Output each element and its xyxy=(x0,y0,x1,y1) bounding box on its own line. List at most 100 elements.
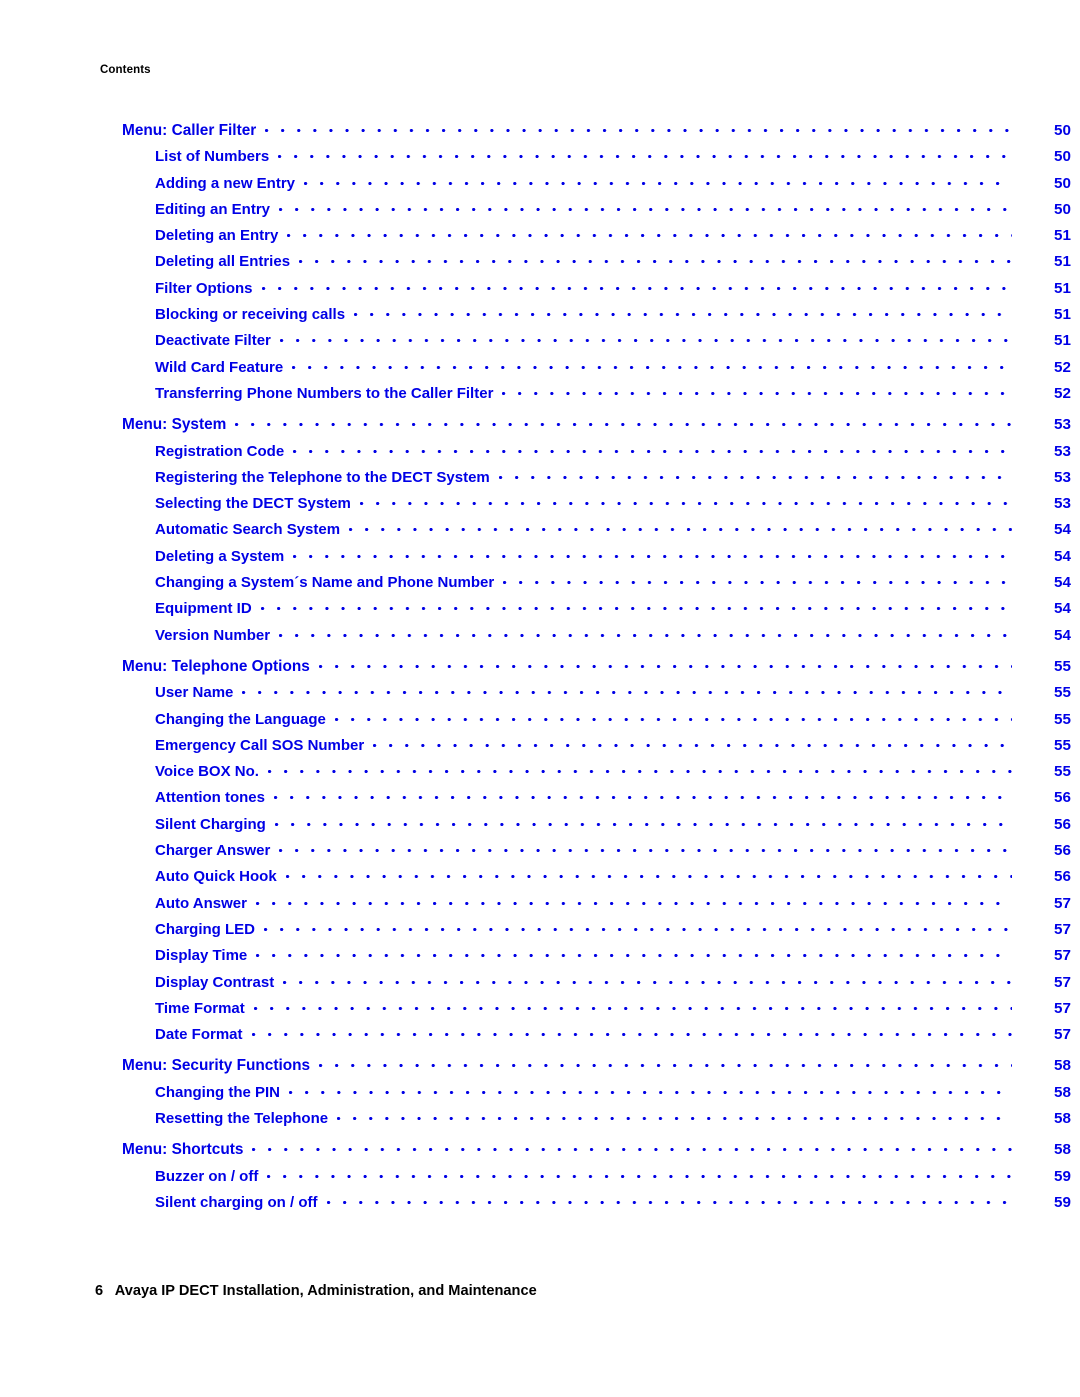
toc-entry[interactable]: Blocking or receiving calls 51 xyxy=(0,304,1080,330)
toc-entry[interactable]: Registering the Telephone to the DECT Sy… xyxy=(0,467,1080,493)
dot-leader xyxy=(264,919,1012,934)
toc-entry[interactable]: Emergency Call SOS Number 55 xyxy=(0,735,1080,761)
toc-entry[interactable]: Version Number 54 xyxy=(0,625,1080,651)
toc-entry[interactable]: Automatic Search System 54 xyxy=(0,519,1080,545)
toc-entry-page-number: 53 xyxy=(1054,495,1071,513)
toc-entry[interactable]: Buzzer on / off 59 xyxy=(0,1166,1080,1192)
toc-entry[interactable]: List of Numbers 50 xyxy=(0,146,1080,172)
toc-entry[interactable]: User Name 55 xyxy=(0,682,1080,708)
toc-entry[interactable]: Resetting the Telephone 58 xyxy=(0,1108,1080,1134)
toc-entry[interactable]: Attention tones 56 xyxy=(0,787,1080,813)
toc-entry[interactable]: Menu: Security Functions 58 xyxy=(0,1055,1080,1081)
toc-entry[interactable]: Deleting a System 54 xyxy=(0,546,1080,572)
toc-entry-page-number: 55 xyxy=(1054,657,1071,675)
toc-entry-page-number: 59 xyxy=(1054,1193,1071,1211)
toc-entry-page-number: 55 xyxy=(1054,684,1071,702)
toc-entry[interactable]: Changing a System´s Name and Phone Numbe… xyxy=(0,572,1080,598)
toc-entry-page-number: 54 xyxy=(1054,547,1071,565)
toc-entry[interactable]: Deleting an Entry 51 xyxy=(0,225,1080,251)
toc-entry[interactable]: Equipment ID 54 xyxy=(0,598,1080,624)
toc-entry[interactable]: Changing the PIN 58 xyxy=(0,1082,1080,1108)
dot-leader xyxy=(304,173,1012,188)
toc-entry[interactable]: Display Time 57 xyxy=(0,945,1080,971)
toc-entry-title: Buzzer on / off xyxy=(155,1167,259,1185)
toc-entry-title: Charger Answer xyxy=(155,842,271,860)
toc-entry-page-number: 50 xyxy=(1054,200,1071,218)
toc-entry[interactable]: Filter Options 51 xyxy=(0,278,1080,304)
dot-leader xyxy=(255,893,1012,908)
dot-leader xyxy=(292,357,1012,372)
dot-leader xyxy=(285,866,1012,881)
toc-entry[interactable]: Changing the Language 55 xyxy=(0,709,1080,735)
toc-entry[interactable]: Menu: Telephone Options 55 xyxy=(0,656,1080,682)
dot-leader xyxy=(274,814,1012,829)
toc-entry-page-number: 50 xyxy=(1054,148,1071,166)
toc-entry-page-number: 56 xyxy=(1054,789,1071,807)
toc-entry[interactable]: Deleting all Entries 51 xyxy=(0,251,1080,277)
dot-leader xyxy=(279,330,1012,345)
dot-leader xyxy=(293,546,1012,561)
toc-entry[interactable]: Wild Card Feature 52 xyxy=(0,357,1080,383)
toc-entry[interactable]: Menu: Shortcuts 58 xyxy=(0,1139,1080,1165)
toc-entry[interactable]: Charger Answer 56 xyxy=(0,840,1080,866)
toc-entry-title: Attention tones xyxy=(155,789,265,807)
toc-entry-page-number: 50 xyxy=(1054,122,1071,139)
dot-leader xyxy=(274,787,1012,802)
toc-entry-title: Charging LED xyxy=(155,920,255,938)
toc-entry-page-number: 53 xyxy=(1054,442,1071,460)
toc-entry-page-number: 56 xyxy=(1054,842,1071,860)
toc-entry[interactable]: Silent charging on / off 59 xyxy=(0,1192,1080,1218)
toc-entry-page-number: 57 xyxy=(1054,999,1071,1017)
toc-entry-page-number: 56 xyxy=(1054,868,1071,886)
toc-entry[interactable]: Charging LED 57 xyxy=(0,919,1080,945)
dot-leader xyxy=(354,304,1012,319)
toc-entry[interactable]: Deactivate Filter 51 xyxy=(0,330,1080,356)
toc-entry-title: Registering the Telephone to the DECT Sy… xyxy=(155,468,490,486)
dot-leader xyxy=(278,146,1012,161)
dot-leader xyxy=(289,1082,1012,1097)
toc-entry-title: Resetting the Telephone xyxy=(155,1109,329,1127)
toc-entry-page-number: 54 xyxy=(1054,600,1071,618)
toc-entry[interactable]: Adding a new Entry 50 xyxy=(0,173,1080,199)
dot-leader xyxy=(373,735,1012,750)
toc-entry[interactable]: Voice BOX No. 55 xyxy=(0,761,1080,787)
toc-entry[interactable]: Time Format 57 xyxy=(0,998,1080,1024)
toc-entry-page-number: 54 xyxy=(1054,521,1071,539)
toc-entry[interactable]: Transferring Phone Numbers to the Caller… xyxy=(0,383,1080,409)
toc-entry-page-number: 58 xyxy=(1054,1083,1071,1101)
toc-entry-title: Auto Quick Hook xyxy=(155,868,277,886)
toc-entry[interactable]: Selecting the DECT System 53 xyxy=(0,493,1080,519)
toc-entry-title: Menu: Security Functions xyxy=(122,1057,311,1075)
toc-entry[interactable]: Date Format 57 xyxy=(0,1024,1080,1050)
toc-entry[interactable]: Menu: Caller Filter 50 xyxy=(0,120,1080,146)
dot-leader xyxy=(251,1024,1012,1039)
toc-entry-title: Date Format xyxy=(155,1026,243,1044)
toc-entry-title: Changing the Language xyxy=(155,710,326,728)
toc-entry[interactable]: Editing an Entry 50 xyxy=(0,199,1080,225)
dot-leader xyxy=(502,383,1012,398)
toc-entry-title: Deleting all Entries xyxy=(155,253,291,271)
dot-leader xyxy=(267,1166,1012,1181)
toc-entry-page-number: 57 xyxy=(1054,920,1071,938)
dot-leader xyxy=(279,840,1012,855)
dot-leader xyxy=(299,251,1012,266)
toc-entry-title: Menu: Telephone Options xyxy=(122,657,310,675)
table-of-contents: Menu: Caller Filter 50 List of Numbers 50 Ad… xyxy=(0,120,1080,1218)
toc-entry[interactable]: Display Contrast 57 xyxy=(0,972,1080,998)
toc-entry-title: Time Format xyxy=(155,999,245,1017)
toc-entry-title: Emergency Call SOS Number xyxy=(155,736,365,754)
toc-entry-page-number: 55 xyxy=(1054,710,1071,728)
toc-entry-page-number: 58 xyxy=(1054,1141,1071,1159)
toc-entry-title: Automatic Search System xyxy=(155,521,341,539)
toc-entry-page-number: 53 xyxy=(1054,416,1071,434)
toc-entry[interactable]: Silent Charging 56 xyxy=(0,814,1080,840)
running-head: Contents xyxy=(100,64,151,76)
toc-entry[interactable]: Auto Quick Hook 56 xyxy=(0,866,1080,892)
dot-leader xyxy=(242,682,1012,697)
toc-entry-page-number: 54 xyxy=(1054,574,1071,592)
dot-leader xyxy=(349,519,1012,534)
toc-entry[interactable]: Menu: System 53 xyxy=(0,414,1080,440)
toc-entry[interactable]: Auto Answer 57 xyxy=(0,893,1080,919)
toc-entry-page-number: 57 xyxy=(1054,947,1071,965)
toc-entry[interactable]: Registration Code 53 xyxy=(0,441,1080,467)
